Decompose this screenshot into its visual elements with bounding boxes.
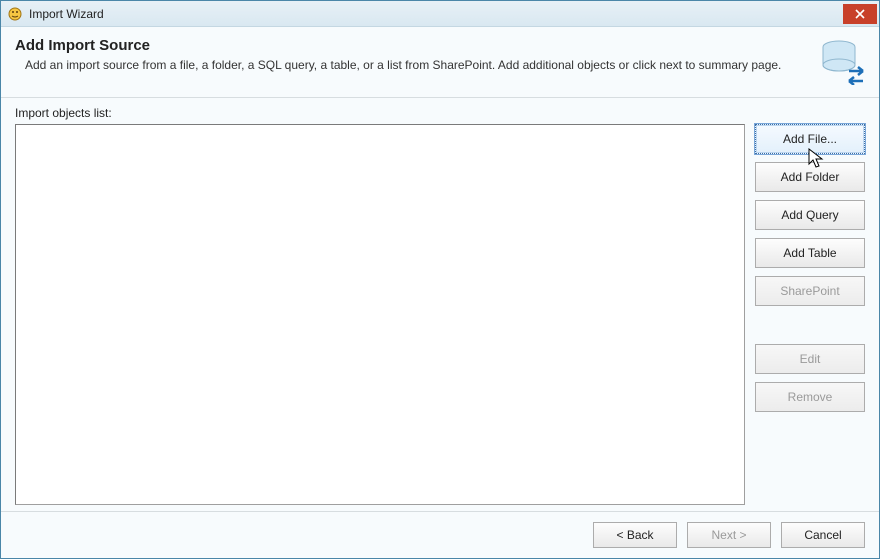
button-gap <box>755 314 865 344</box>
database-icon <box>817 37 865 85</box>
header-text: Add Import Source Add an import source f… <box>15 37 805 74</box>
list-row: Add File... Add Folder Add Query Add Tab… <box>15 124 865 505</box>
next-button[interactable]: Next > <box>687 522 771 548</box>
wizard-footer: < Back Next > Cancel <box>1 511 879 558</box>
side-buttons: Add File... Add Folder Add Query Add Tab… <box>755 124 865 505</box>
back-button[interactable]: < Back <box>593 522 677 548</box>
import-objects-list[interactable] <box>15 124 745 505</box>
close-button[interactable] <box>843 4 877 24</box>
app-icon <box>7 6 23 22</box>
page-description: Add an import source from a file, a fold… <box>15 58 805 74</box>
wizard-header: Add Import Source Add an import source f… <box>1 27 879 98</box>
add-query-button[interactable]: Add Query <box>755 200 865 230</box>
edit-button[interactable]: Edit <box>755 344 865 374</box>
close-icon <box>855 9 865 19</box>
import-wizard-window: Import Wizard Add Import Source Add an i… <box>0 0 880 559</box>
wizard-body: Import objects list: Add File... Add Fol… <box>1 98 879 511</box>
sharepoint-button[interactable]: SharePoint <box>755 276 865 306</box>
import-list-label: Import objects list: <box>15 106 865 120</box>
titlebar: Import Wizard <box>1 1 879 27</box>
window-title: Import Wizard <box>29 7 843 21</box>
add-folder-button[interactable]: Add Folder <box>755 162 865 192</box>
remove-button[interactable]: Remove <box>755 382 865 412</box>
page-title: Add Import Source <box>15 37 805 54</box>
add-file-button[interactable]: Add File... <box>755 124 865 154</box>
add-table-button[interactable]: Add Table <box>755 238 865 268</box>
cancel-button[interactable]: Cancel <box>781 522 865 548</box>
